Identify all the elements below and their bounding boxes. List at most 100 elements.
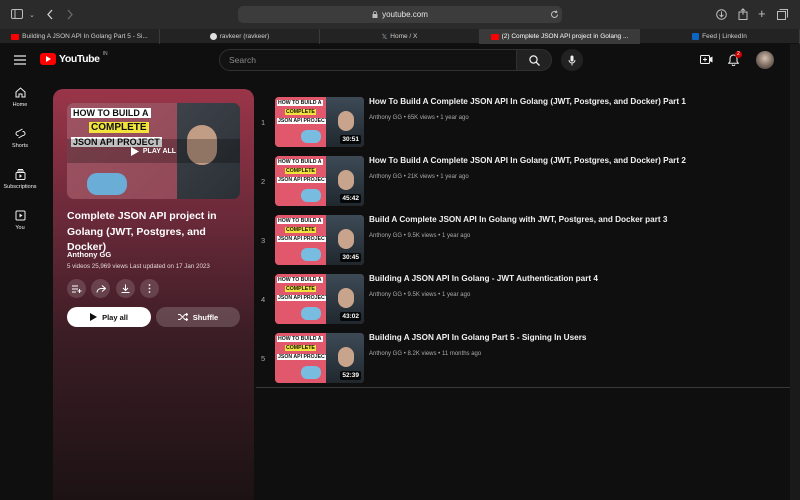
youtube-logo-icon bbox=[40, 53, 56, 65]
download-arrow-icon bbox=[121, 284, 130, 293]
video-duration: 30:45 bbox=[340, 253, 361, 262]
gopher-image bbox=[301, 130, 321, 143]
subscriptions-icon bbox=[15, 169, 25, 180]
video-index: 1 bbox=[261, 118, 266, 127]
tab-overview-icon[interactable] bbox=[777, 9, 788, 20]
country-code: IN bbox=[102, 51, 108, 57]
video-meta: Anthony GG • 9.5K views • 1 year ago bbox=[369, 292, 470, 298]
more-options-button[interactable] bbox=[140, 279, 159, 298]
scrollbar[interactable] bbox=[790, 44, 800, 500]
play-all-overlay[interactable]: PLAY ALL bbox=[67, 139, 240, 163]
thumb-text-line2: COMPLETE bbox=[285, 227, 316, 233]
tab-linkedin[interactable]: Feed | LinkedIn bbox=[640, 29, 800, 44]
tab-github[interactable]: ravkeer (ravkeer) bbox=[160, 29, 320, 44]
youtube-icon bbox=[490, 33, 499, 40]
playlist-video-row[interactable]: 3 HOW TO BUILD A COMPLETE JSON API PROJE… bbox=[256, 215, 790, 273]
share-icon[interactable] bbox=[738, 8, 748, 20]
video-index: 3 bbox=[261, 236, 266, 245]
new-tab-icon[interactable]: + bbox=[758, 7, 766, 20]
download-button[interactable] bbox=[116, 279, 135, 298]
play-all-button[interactable]: Play all bbox=[67, 307, 151, 327]
sidebar-toggle-icon[interactable] bbox=[11, 9, 23, 19]
video-age: 1 year ago bbox=[440, 115, 469, 121]
video-meta: Anthony GG • 9.5K views • 1 year ago bbox=[369, 233, 470, 239]
video-thumbnail[interactable]: HOW TO BUILD A COMPLETE JSON API PROJECT… bbox=[275, 274, 364, 324]
video-duration: 52:39 bbox=[340, 371, 361, 380]
tab-bar: Building A JSON API In Golang Part 5 - S… bbox=[0, 29, 800, 44]
home-icon bbox=[15, 87, 25, 98]
logo-text: YouTube bbox=[59, 53, 100, 65]
create-icon[interactable] bbox=[700, 54, 713, 65]
video-thumbnail[interactable]: HOW TO BUILD A COMPLETE JSON API PROJECT… bbox=[275, 156, 364, 206]
video-title[interactable]: How To Build A Complete JSON API In Gola… bbox=[369, 156, 686, 165]
mic-icon bbox=[568, 55, 576, 65]
sidebar-item-you[interactable]: You bbox=[0, 210, 40, 231]
video-channel[interactable]: Anthony GG bbox=[369, 292, 402, 298]
playlist-video-row[interactable]: 5 HOW TO BUILD A COMPLETE JSON API PROJE… bbox=[256, 333, 790, 391]
thumb-text-line3: JSON API PROJECT bbox=[277, 354, 329, 360]
play-all-overlay-label: PLAY ALL bbox=[142, 147, 177, 155]
playlist-video-row[interactable]: 1 HOW TO BUILD A COMPLETE JSON API PROJE… bbox=[256, 97, 790, 155]
playlist-video-row[interactable]: 2 HOW TO BUILD A COMPLETE JSON API PROJE… bbox=[256, 156, 790, 214]
tab-label: (2) Complete JSON API project in Golang … bbox=[501, 33, 629, 40]
voice-search-button[interactable] bbox=[561, 49, 583, 71]
video-channel[interactable]: Anthony GG bbox=[369, 351, 402, 357]
thumb-text-line2: COMPLETE bbox=[285, 168, 316, 174]
video-duration: 45:42 bbox=[340, 194, 361, 203]
play-icon bbox=[130, 146, 139, 156]
video-index: 5 bbox=[261, 354, 266, 363]
save-playlist-button[interactable] bbox=[67, 279, 86, 298]
video-channel[interactable]: Anthony GG bbox=[369, 174, 402, 180]
video-meta: Anthony GG • 21K views • 1 year ago bbox=[369, 174, 469, 180]
thumb-text-line2: COMPLETE bbox=[89, 122, 149, 133]
sidebar-item-label: You bbox=[15, 225, 25, 231]
tab-label: ravkeer (ravkeer) bbox=[219, 33, 270, 40]
reload-icon[interactable] bbox=[550, 10, 559, 19]
menu-icon[interactable] bbox=[14, 55, 26, 65]
url-text: youtube.com bbox=[382, 10, 428, 19]
sidebar-item-home[interactable]: Home bbox=[0, 87, 40, 108]
shuffle-button[interactable]: Shuffle bbox=[156, 307, 240, 327]
video-age: 1 year ago bbox=[441, 292, 471, 298]
notifications-button[interactable]: 2 bbox=[728, 51, 742, 67]
video-channel[interactable]: Anthony GG bbox=[369, 115, 402, 121]
video-title[interactable]: Building A JSON API In Golang - JWT Auth… bbox=[369, 274, 598, 283]
you-icon bbox=[15, 210, 25, 221]
tab-youtube-playlist[interactable]: (2) Complete JSON API project in Golang … bbox=[480, 29, 640, 44]
video-views: 21K views bbox=[407, 174, 435, 180]
tab-youtube-part5[interactable]: Building A JSON API In Golang Part 5 - S… bbox=[0, 29, 160, 44]
playlist-title: Complete JSON API project in Golang (JWT… bbox=[67, 210, 217, 253]
playlist-video-row[interactable]: 4 HOW TO BUILD A COMPLETE JSON API PROJE… bbox=[256, 274, 790, 332]
shuffle-icon bbox=[177, 313, 188, 321]
youtube-logo[interactable]: YouTube IN bbox=[40, 51, 108, 65]
forward-icon[interactable] bbox=[66, 9, 74, 20]
video-title[interactable]: Building A JSON API In Golang Part 5 - S… bbox=[369, 333, 586, 342]
tab-x[interactable]: 𝕏 Home / X bbox=[320, 29, 480, 44]
playlist-thumbnail[interactable]: HOW TO BUILD A COMPLETE JSON API PROJECT… bbox=[67, 103, 240, 199]
sidebar-item-label: Subscriptions bbox=[3, 184, 37, 190]
share-button[interactable] bbox=[91, 279, 110, 298]
video-thumbnail[interactable]: HOW TO BUILD A COMPLETE JSON API PROJECT… bbox=[275, 97, 364, 147]
address-bar[interactable]: youtube.com bbox=[238, 6, 562, 23]
download-icon[interactable] bbox=[716, 9, 727, 20]
gopher-image bbox=[301, 307, 321, 320]
list-divider bbox=[256, 387, 790, 388]
chevron-down-icon[interactable]: ⌄ bbox=[29, 10, 35, 21]
gopher-image bbox=[301, 248, 321, 261]
search-button[interactable] bbox=[516, 49, 552, 71]
sidebar-item-subscriptions[interactable]: Subscriptions bbox=[0, 169, 40, 190]
video-thumbnail[interactable]: HOW TO BUILD A COMPLETE JSON API PROJECT… bbox=[275, 333, 364, 383]
playlist-owner[interactable]: Anthony GG bbox=[67, 250, 111, 259]
video-thumbnail[interactable]: HOW TO BUILD A COMPLETE JSON API PROJECT… bbox=[275, 215, 364, 265]
avatar[interactable] bbox=[756, 51, 774, 69]
notification-badge: 2 bbox=[735, 51, 742, 58]
tab-label: Building A JSON API In Golang Part 5 - S… bbox=[22, 33, 148, 40]
video-title[interactable]: How To Build A Complete JSON API In Gola… bbox=[369, 97, 686, 106]
sidebar-item-shorts[interactable]: Shorts bbox=[0, 128, 40, 149]
video-views: 9.5K views bbox=[407, 292, 437, 298]
thumb-text-line2: COMPLETE bbox=[285, 109, 316, 115]
video-channel[interactable]: Anthony GG bbox=[369, 233, 402, 239]
video-title[interactable]: Build A Complete JSON API In Golang with… bbox=[369, 215, 667, 224]
search-input[interactable]: Search bbox=[219, 49, 517, 71]
back-icon[interactable] bbox=[46, 9, 54, 20]
